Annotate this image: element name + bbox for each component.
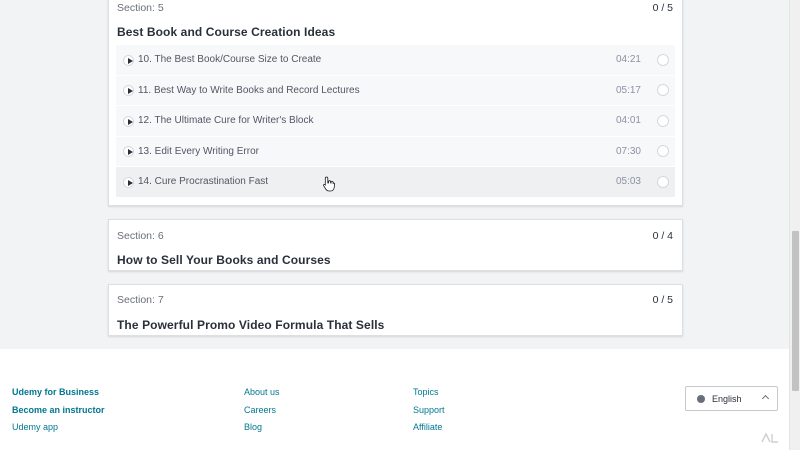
scrollbar-thumb[interactable] bbox=[792, 231, 799, 391]
vertical-scrollbar[interactable] bbox=[789, 0, 800, 450]
section-progress-count: 0 / 5 bbox=[652, 2, 673, 14]
lecture-item[interactable]: 11. Best Way to Write Books and Record L… bbox=[116, 75, 675, 106]
footer-link-udemy-app[interactable]: Udemy app bbox=[12, 422, 58, 432]
lecture-duration: 05:03 bbox=[615, 176, 641, 187]
lecture-item[interactable]: 13. Edit Every Writing Error 07:30 bbox=[116, 136, 675, 167]
logo-watermark-icon bbox=[761, 432, 778, 443]
section-header[interactable]: Section: 7 0 / 5 The Powerful Promo Vide… bbox=[109, 285, 682, 340]
section-progress-count: 0 / 5 bbox=[652, 294, 673, 306]
globe-icon bbox=[697, 395, 705, 403]
circle-check-icon[interactable] bbox=[657, 175, 669, 188]
site-footer: Udemy for Business Become an instructor … bbox=[0, 349, 789, 450]
lecture-duration: 04:21 bbox=[615, 54, 641, 65]
page-content: Section: 5 0 / 5 Best Book and Course Cr… bbox=[0, 0, 789, 450]
hand-cursor-icon bbox=[323, 176, 335, 192]
section-header[interactable]: Section: 6 0 / 4 How to Sell Your Books … bbox=[109, 220, 682, 275]
lecture-duration: 07:30 bbox=[615, 145, 641, 157]
footer-link-about-us[interactable]: About us bbox=[244, 387, 280, 397]
circle-check-icon[interactable] bbox=[657, 84, 669, 96]
play-icon[interactable] bbox=[123, 115, 134, 127]
footer-link-blog[interactable]: Blog bbox=[244, 422, 262, 432]
footer-link-support[interactable]: Support bbox=[413, 405, 445, 415]
footer-link-topics[interactable]: Topics bbox=[413, 387, 439, 397]
play-icon[interactable] bbox=[123, 146, 134, 157]
circle-check-icon[interactable] bbox=[657, 114, 669, 127]
lecture-title: 13. Edit Every Writing Error bbox=[138, 145, 259, 157]
lecture-list: 10. The Best Book/Course Size to Create … bbox=[116, 45, 675, 198]
curriculum-section-6[interactable]: Section: 6 0 / 4 How to Sell Your Books … bbox=[108, 219, 683, 271]
lecture-title: 11. Best Way to Write Books and Record L… bbox=[138, 84, 360, 96]
section-title: The Powerful Promo Video Formula That Se… bbox=[117, 318, 385, 332]
footer-link-affiliate[interactable]: Affiliate bbox=[413, 422, 442, 432]
lecture-item[interactable]: 14. Cure Procrastination Fast 05:03 bbox=[116, 167, 675, 198]
section-number: Section: 6 bbox=[117, 230, 164, 242]
lecture-title: 14. Cure Procrastination Fast bbox=[138, 176, 269, 187]
footer-link-become-instructor[interactable]: Become an instructor bbox=[12, 405, 105, 415]
lecture-title: 12. The Ultimate Cure for Writer's Block bbox=[138, 115, 314, 126]
language-selector[interactable]: English bbox=[685, 386, 778, 411]
circle-check-icon[interactable] bbox=[657, 145, 669, 157]
play-icon[interactable] bbox=[123, 54, 134, 66]
lecture-item[interactable]: 10. The Best Book/Course Size to Create … bbox=[116, 45, 675, 76]
lecture-item[interactable]: 12. The Ultimate Cure for Writer's Block… bbox=[116, 106, 675, 137]
play-icon[interactable] bbox=[123, 176, 134, 188]
section-number: Section: 7 bbox=[117, 294, 164, 306]
viewport: Section: 5 0 / 5 Best Book and Course Cr… bbox=[0, 0, 800, 450]
footer-link-careers[interactable]: Careers bbox=[244, 405, 276, 415]
curriculum-section-7[interactable]: Section: 7 0 / 5 The Powerful Promo Vide… bbox=[108, 284, 683, 336]
lecture-title: 10. The Best Book/Course Size to Create bbox=[138, 54, 322, 65]
section-progress-count: 0 / 4 bbox=[652, 230, 673, 242]
section-number: Section: 5 bbox=[117, 2, 164, 14]
lecture-duration: 05:17 bbox=[615, 84, 641, 96]
chevron-up-icon bbox=[761, 394, 770, 403]
circle-check-icon[interactable] bbox=[657, 53, 669, 66]
curriculum-section-5: Section: 5 0 / 5 Best Book and Course Cr… bbox=[108, 0, 683, 206]
footer-link-udemy-for-business[interactable]: Udemy for Business bbox=[12, 387, 99, 397]
play-icon[interactable] bbox=[123, 85, 134, 96]
language-label: English bbox=[712, 394, 742, 404]
section-title: Best Book and Course Creation Ideas bbox=[117, 25, 336, 39]
lecture-duration: 04:01 bbox=[615, 115, 641, 126]
section-title: How to Sell Your Books and Courses bbox=[117, 253, 331, 267]
